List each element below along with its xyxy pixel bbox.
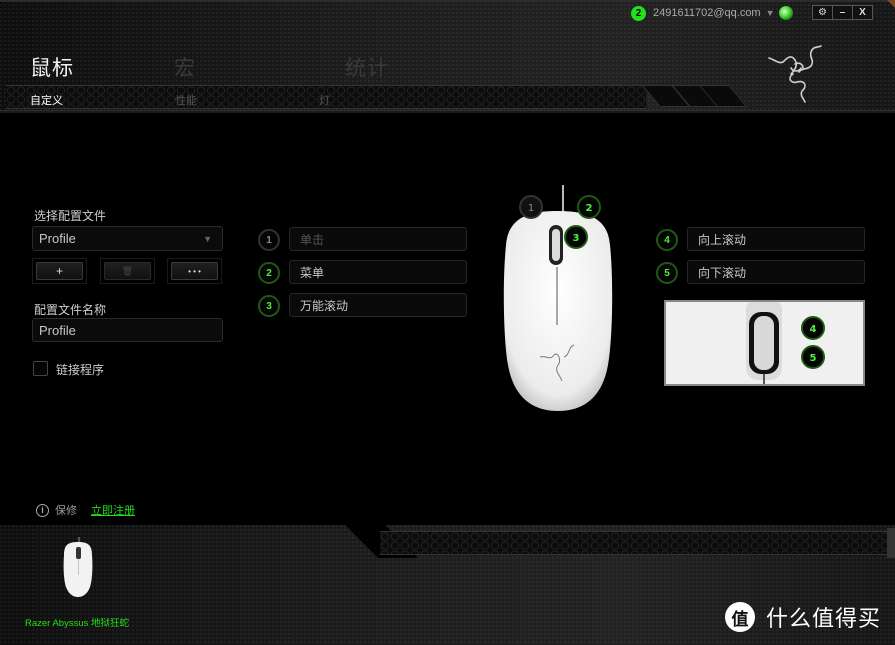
decorative-stripes — [641, 85, 748, 109]
close-button[interactable]: X — [853, 6, 872, 19]
header-divider — [0, 110, 895, 113]
select-profile-label: 选择配置文件 — [34, 209, 107, 223]
marker-1-label: 1 — [528, 203, 534, 214]
watermark-logo-icon: 值 — [725, 602, 755, 632]
corner-accent — [887, 0, 895, 8]
sub-tab-lighting[interactable]: 灯 — [319, 92, 330, 108]
scroll-wheel-zoom-view: 4 5 — [664, 300, 865, 386]
mouse-marker-1: 1 — [519, 195, 543, 219]
button-4-action[interactable]: 向上滚动 — [687, 227, 865, 251]
button-1-action[interactable]: 单击 — [289, 227, 467, 251]
account-email[interactable]: 2491611702@qq.com — [653, 7, 761, 19]
caret-down-icon[interactable]: ▼ — [766, 8, 775, 18]
zoom-marker-4: 4 — [801, 316, 825, 340]
scroll-wheel-face — [552, 229, 560, 261]
header-top-line — [0, 0, 895, 2]
device-name-label: Razer Abyssus 地狱狂蛇 — [25, 618, 129, 629]
more-options-wrap: • • • — [167, 258, 222, 284]
gear-icon: ⚙ — [818, 7, 827, 18]
close-icon: X — [859, 7, 866, 18]
profile-name-label: 配置文件名称 — [34, 303, 107, 317]
delete-profile-wrap: 🗑 — [100, 258, 155, 284]
mouse-marker-3: 3 — [564, 225, 588, 249]
zoom-marker-4-label: 4 — [810, 324, 817, 335]
add-profile-wrap: + — [32, 258, 87, 284]
warranty-row: i 保修 立即注册 — [36, 502, 135, 518]
profile-name-input[interactable]: Profile — [32, 318, 223, 342]
sub-tab-bar: 自定义 性能 灯 — [6, 85, 646, 109]
chevron-down-icon: ▼ — [203, 233, 212, 244]
button-number-4: 4 — [656, 229, 678, 251]
delete-profile-button[interactable]: 🗑 — [104, 262, 151, 280]
sub-tab-performance[interactable]: 性能 — [175, 92, 197, 108]
main-tab-macro[interactable]: 宏 — [174, 52, 196, 82]
main-tab-stats[interactable]: 统计 — [345, 52, 389, 82]
plus-icon: + — [55, 264, 63, 278]
watermark-text: 什么值得买 — [766, 606, 882, 631]
info-icon: i — [36, 503, 49, 517]
main-tab-mouse[interactable]: 鼠标 — [30, 52, 74, 82]
footer-groove — [380, 531, 887, 555]
notification-badge[interactable]: 2 — [631, 5, 646, 21]
window-controls: ⚙ – X — [812, 5, 873, 20]
profile-select-value: Profile — [39, 231, 76, 246]
razer-logo-icon — [768, 45, 822, 103]
warranty-label: 保修 — [55, 505, 77, 517]
account-area[interactable]: 2 2491611702@qq.com ▼ — [631, 5, 793, 21]
link-program-checkbox[interactable] — [33, 361, 48, 376]
link-program-label: 链接程序 — [56, 363, 105, 377]
sub-tab-customize[interactable]: 自定义 — [30, 92, 63, 108]
device-thumbnail[interactable] — [60, 537, 96, 597]
marker-3-label: 3 — [573, 233, 580, 244]
minimize-icon: – — [839, 7, 846, 18]
register-now-link[interactable]: 立即注册 — [91, 502, 135, 518]
settings-button[interactable]: ⚙ — [813, 6, 833, 19]
watermark: 值 什么值得买 — [725, 601, 881, 633]
button-number-1: 1 — [258, 229, 280, 251]
zoom-marker-5: 5 — [801, 345, 825, 369]
mouse-image: 1 2 3 — [503, 185, 613, 411]
trash-icon: 🗑 — [121, 265, 134, 276]
more-options-button[interactable]: • • • — [171, 262, 218, 280]
profile-select[interactable]: Profile ▼ — [32, 226, 223, 251]
button-3-action[interactable]: 万能滚动 — [289, 293, 467, 317]
ellipsis-icon: • • • — [188, 266, 201, 276]
button-2-action[interactable]: 菜单 — [289, 260, 467, 284]
button-number-2: 2 — [258, 262, 280, 284]
add-profile-button[interactable]: + — [36, 262, 83, 280]
footer-scroll-handle[interactable] — [887, 528, 895, 558]
mouse-marker-2: 2 — [577, 195, 601, 219]
scroll-wheel-closeup: 4 5 — [666, 302, 863, 384]
button-number-5: 5 — [656, 262, 678, 284]
button-5-action[interactable]: 向下滚动 — [687, 260, 865, 284]
marker-2-label: 2 — [586, 203, 593, 214]
online-status-icon[interactable] — [778, 6, 793, 20]
minimize-button[interactable]: – — [833, 6, 853, 19]
button-number-3: 3 — [258, 295, 280, 317]
zoom-marker-5-label: 5 — [810, 353, 817, 364]
